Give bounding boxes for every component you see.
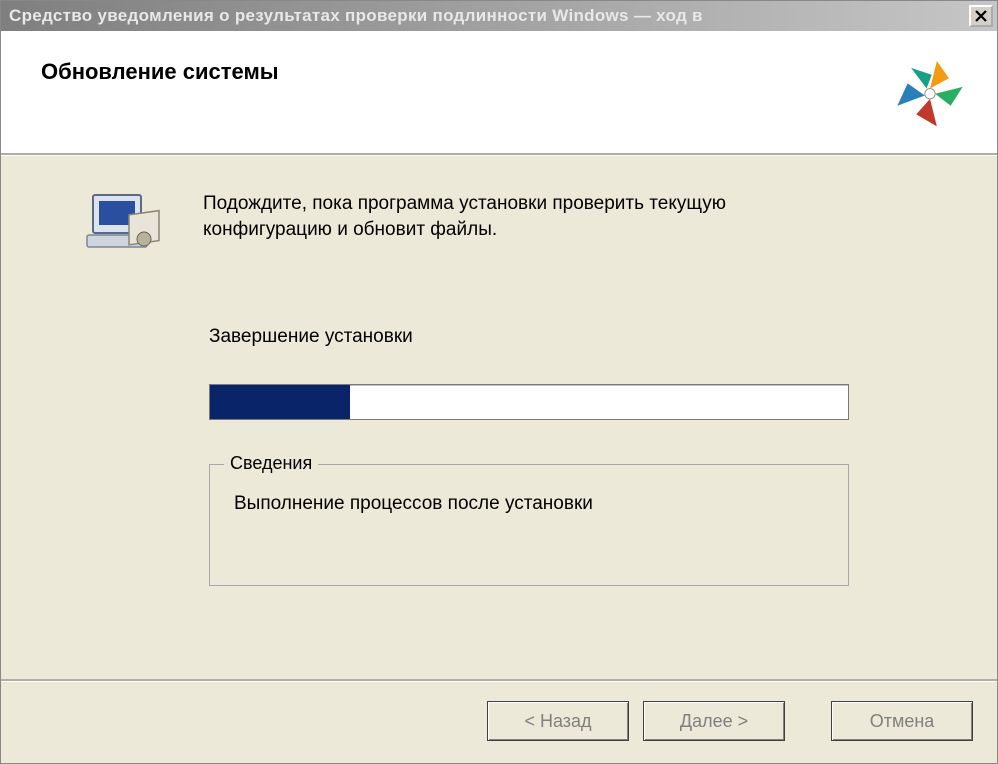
back-button[interactable]: < Назад <box>487 701 629 741</box>
details-groupbox: Сведения Выполнение процессов после уста… <box>209 464 849 586</box>
installer-window: Средство уведомления о результатах прове… <box>0 0 998 764</box>
wizard-content: Подождите, пока программа установки пров… <box>1 155 997 679</box>
titlebar: Средство уведомления о результатах прове… <box>1 1 997 31</box>
status-label: Завершение установки <box>209 326 897 348</box>
details-text: Выполнение процессов после установки <box>234 493 824 515</box>
cancel-button-label: Отмена <box>870 711 935 732</box>
details-group-title: Сведения <box>224 453 318 474</box>
progress-bar <box>209 384 849 420</box>
close-button[interactable] <box>969 5 993 27</box>
page-title: Обновление системы <box>41 59 965 85</box>
back-button-label: < Назад <box>524 711 591 732</box>
windows-genuine-logo-icon <box>887 49 973 140</box>
instruction-text: Подождите, пока программа установки пров… <box>203 191 843 242</box>
install-computer-icon <box>85 191 163 268</box>
cancel-button[interactable]: Отмена <box>831 701 973 741</box>
wizard-header: Обновление системы <box>1 31 997 155</box>
window-title: Средство уведомления о результатах прове… <box>9 6 969 26</box>
next-button[interactable]: Далее > <box>643 701 785 741</box>
progress-fill <box>210 385 350 419</box>
wizard-buttons: < Назад Далее > Отмена <box>1 681 997 763</box>
next-button-label: Далее > <box>680 711 748 732</box>
close-icon <box>975 10 987 22</box>
